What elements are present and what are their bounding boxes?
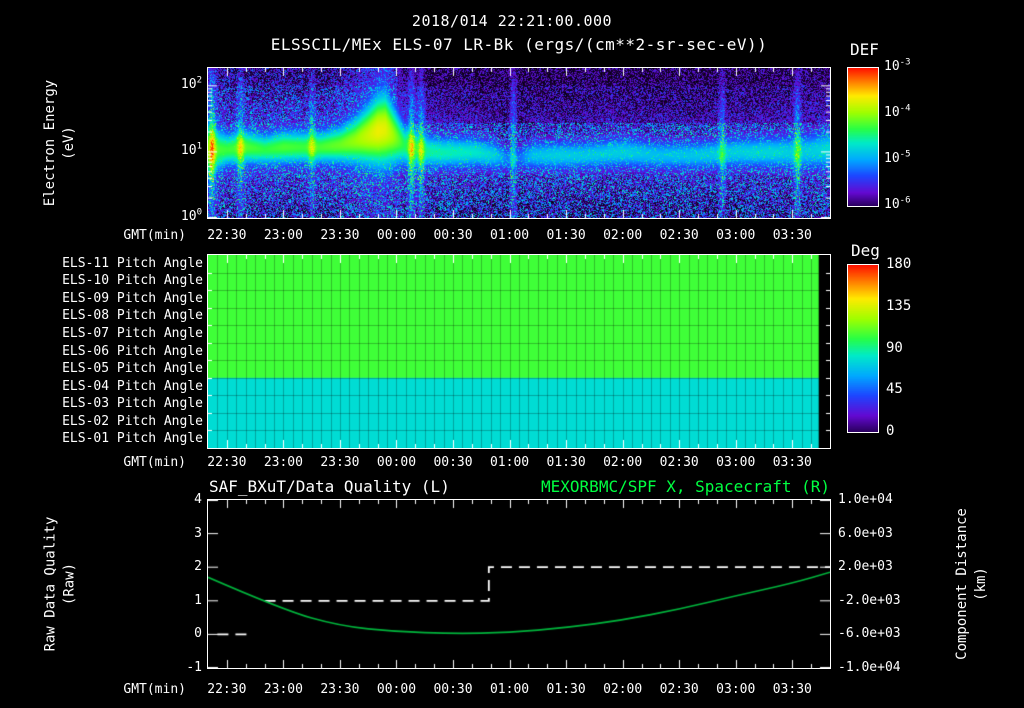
time-tick-label: 02:30 [659, 455, 699, 470]
time-tick-label: 01:30 [546, 682, 586, 697]
time-tick-label: 23:00 [263, 228, 303, 243]
pitch-row-label: ELS-09 Pitch Angle [62, 290, 203, 306]
time-tick-label: 22:30 [207, 455, 247, 470]
time-tick-label: 02:30 [659, 682, 699, 697]
time-tick-label: 03:00 [716, 455, 756, 470]
spectrogram-y-axis-label: Electron Energy (eV) [42, 79, 77, 207]
quality-y-axis-label: Raw Data Quality (Raw) [42, 516, 78, 652]
energy-tick-label: 101 [180, 141, 202, 158]
pitch-angle-panel [207, 254, 831, 449]
def-tick-label: 10-3 [884, 57, 911, 74]
distance-tick-label: 2.0e+03 [838, 559, 893, 575]
quality-distance-chart [207, 499, 831, 669]
time-tick-label: 03:30 [772, 455, 812, 470]
deg-tick-label: 135 [886, 297, 912, 314]
quality-tick-label: -1 [186, 660, 202, 675]
quality-tick-label: 3 [194, 525, 202, 541]
pitch-row-label: ELS-04 Pitch Angle [62, 378, 203, 394]
spectrogram-title: ELSSCIL/MEx ELS-07 LR-Bk (ergs/(cm**2-sr… [208, 35, 830, 54]
quality-tick-label: 4 [194, 492, 202, 507]
pitch-row-label: ELS-01 Pitch Angle [62, 431, 203, 447]
time-tick-label: 00:30 [433, 455, 473, 470]
pitch-row-label: ELS-05 Pitch Angle [62, 361, 203, 377]
pitch-row-label: ELS-02 Pitch Angle [62, 413, 203, 429]
deg-colorbar-title: Deg [851, 241, 880, 260]
spectrogram-units [514, 35, 524, 54]
time-tick-label: 23:30 [320, 455, 360, 470]
time-tick-label: 00:00 [376, 682, 417, 697]
time-tick-label: 00:00 [376, 228, 417, 243]
time-tick-label: 01:00 [489, 455, 530, 470]
def-tick-label: 10-4 [884, 103, 911, 120]
time-tick-label: 02:00 [603, 228, 643, 243]
distance-series-title: MEXORBMC/SPF X, Spacecraft (R) [541, 477, 830, 496]
energy-tick-label: 102 [180, 75, 202, 92]
gmt-axis-label: GMT(min) [123, 455, 186, 470]
time-tick-label: 23:30 [320, 228, 360, 243]
time-tick-label: 01:00 [489, 682, 530, 697]
pitch-row-label: ELS-06 Pitch Angle [62, 343, 203, 359]
gmt-axis-label: GMT(min) [123, 228, 186, 243]
spectrogram-title-main: ELSSCIL/MEx ELS-07 LR-Bk [270, 35, 514, 54]
time-tick-label: 03:30 [772, 682, 812, 697]
def-tick-label: 10-5 [884, 149, 911, 166]
pitch-row-label: ELS-10 Pitch Angle [62, 273, 203, 289]
deg-tick-label: 45 [886, 381, 903, 398]
quality-series-title: SAF_BXuT/Data Quality (L) [209, 477, 450, 496]
distance-tick-label: -1.0e+04 [838, 660, 901, 675]
time-tick-label: 02:30 [659, 228, 699, 243]
time-tick-label: 03:30 [772, 228, 812, 243]
page-title: 2018/014 22:21:00.000 [411, 12, 613, 30]
pitch-row-label: ELS-11 Pitch Angle [62, 255, 203, 271]
time-tick-label: 03:00 [716, 682, 756, 697]
distance-tick-label: 6.0e+03 [838, 525, 893, 541]
science-plot-page: 2018/014 22:21:00.000 ELSSCIL/MEx ELS-07… [0, 0, 1024, 708]
quality-tick-label: 1 [194, 592, 202, 608]
deg-tick-label: 90 [886, 339, 903, 356]
time-tick-label: 23:00 [263, 682, 303, 697]
time-tick-label: 22:30 [207, 228, 247, 243]
pitch-row-label: ELS-07 Pitch Angle [62, 325, 203, 341]
def-colorbar [847, 67, 879, 207]
time-tick-label: 01:30 [546, 228, 586, 243]
time-tick-label: 22:30 [207, 682, 247, 697]
spectrogram-units-text: (ergs/(cm**2-sr-sec-eV)) [524, 35, 768, 54]
def-tick-label: 10-6 [884, 195, 911, 212]
time-tick-label: 01:30 [546, 455, 586, 470]
pitch-row-label: ELS-08 Pitch Angle [62, 308, 203, 324]
energy-tick-label: 100 [180, 207, 202, 224]
time-tick-label: 00:00 [376, 455, 417, 470]
time-tick-label: 00:30 [433, 682, 473, 697]
distance-tick-label: -6.0e+03 [838, 626, 901, 642]
time-tick-label: 23:30 [320, 682, 360, 697]
time-tick-label: 02:00 [603, 455, 643, 470]
deg-colorbar [847, 264, 879, 433]
time-tick-label: 23:00 [263, 455, 303, 470]
quality-tick-label: 0 [194, 626, 202, 642]
time-tick-label: 02:00 [603, 682, 643, 697]
distance-y-axis-label: Component Distance (km) [954, 508, 989, 660]
gmt-axis-label: GMT(min) [123, 682, 186, 697]
time-tick-label: 01:00 [489, 228, 530, 243]
deg-tick-label: 0 [886, 423, 895, 439]
electron-energy-spectrogram [207, 67, 831, 219]
time-tick-label: 03:00 [716, 228, 756, 243]
deg-tick-label: 180 [886, 256, 912, 272]
distance-tick-label: 1.0e+04 [838, 492, 893, 507]
pitch-row-label: ELS-03 Pitch Angle [62, 396, 203, 412]
quality-tick-label: 2 [194, 559, 202, 575]
time-tick-label: 00:30 [433, 228, 473, 243]
distance-tick-label: -2.0e+03 [838, 592, 901, 608]
def-colorbar-title: DEF [850, 40, 879, 59]
